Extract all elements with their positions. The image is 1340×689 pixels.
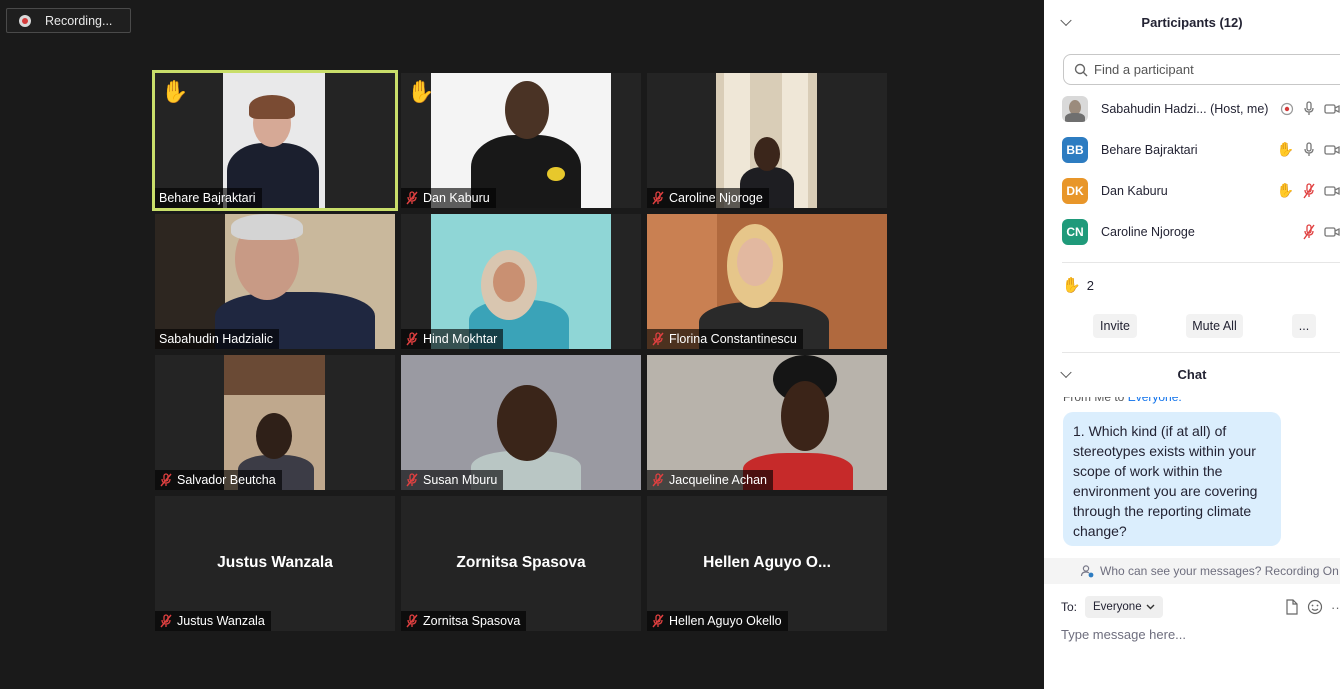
participant-name-tag: Caroline Njoroge bbox=[647, 188, 769, 208]
chevron-down-icon bbox=[1146, 604, 1155, 610]
chat-message-input[interactable]: Type message here... bbox=[1061, 627, 1186, 642]
mic-muted-icon bbox=[652, 191, 664, 205]
side-panel: Participants (12) Find a participant Sab… bbox=[1044, 0, 1340, 689]
mic-muted-icon bbox=[652, 332, 664, 346]
video-tile[interactable]: ✋ Behare Bajraktari bbox=[152, 70, 398, 211]
video-tile[interactable]: ✋ Dan Kaburu bbox=[401, 73, 641, 208]
recording-label: Recording... bbox=[45, 13, 113, 28]
video-tile[interactable]: Salvador Beutcha bbox=[155, 355, 395, 490]
search-placeholder: Find a participant bbox=[1094, 62, 1194, 77]
video-tile[interactable]: Justus Wanzala Justus Wanzala bbox=[155, 496, 395, 631]
file-icon[interactable] bbox=[1285, 599, 1299, 615]
avatar: BB bbox=[1062, 136, 1088, 163]
participant-row[interactable]: Sabahudin Hadzi... (Host, me) bbox=[1044, 88, 1340, 129]
video-camera-icon[interactable] bbox=[1324, 226, 1340, 238]
raised-hand-icon: ✋ bbox=[1276, 141, 1294, 157]
mic-icon[interactable] bbox=[1302, 141, 1316, 158]
mute-all-button[interactable]: Mute All bbox=[1186, 314, 1243, 338]
avatar: DK bbox=[1062, 177, 1088, 204]
chevron-down-icon[interactable] bbox=[1060, 14, 1072, 27]
participant-name-tag: Salvador Beutcha bbox=[155, 470, 282, 490]
participant-name-tag: Justus Wanzala bbox=[155, 611, 271, 631]
video-tile[interactable]: Zornitsa Spasova Zornitsa Spasova bbox=[401, 496, 641, 631]
video-tile[interactable]: Hind Mokhtar bbox=[401, 214, 641, 349]
to-label: To: bbox=[1061, 600, 1078, 614]
participant-name-tag: Susan Mburu bbox=[401, 470, 504, 490]
mic-muted-icon[interactable] bbox=[1302, 223, 1316, 240]
participant-name-tag: Sabahudin Hadzialic bbox=[155, 329, 279, 349]
emoji-icon[interactable] bbox=[1307, 599, 1323, 615]
participant-name-tag: Florina Constantinescu bbox=[647, 329, 803, 349]
video-tile[interactable]: Jacqueline Achan bbox=[647, 355, 887, 490]
chat-title: Chat bbox=[1177, 366, 1207, 382]
participants-header[interactable]: Participants (12) bbox=[1044, 0, 1340, 44]
participant-search-input[interactable]: Find a participant bbox=[1063, 54, 1340, 85]
raised-hand-icon: ✋ bbox=[1276, 182, 1294, 198]
participant-row[interactable]: DK Dan Kaburu ✋ bbox=[1044, 170, 1340, 211]
chat-privacy-notice[interactable]: Who can see your messages? Recording On bbox=[1044, 558, 1340, 584]
avatar: CN bbox=[1062, 218, 1088, 245]
mic-muted-icon bbox=[160, 473, 172, 487]
participant-name-tag: Jacqueline Achan bbox=[647, 470, 773, 490]
chat-recipient-row: To: Everyone ··· bbox=[1061, 596, 1340, 618]
participant-name-tag: Behare Bajraktari bbox=[155, 188, 262, 208]
participant-name-tag: Hind Mokhtar bbox=[401, 329, 504, 349]
participant-name-tag: Zornitsa Spasova bbox=[401, 611, 527, 631]
mic-muted-icon bbox=[652, 614, 664, 628]
record-icon bbox=[19, 14, 31, 27]
recording-status-icon bbox=[1280, 102, 1294, 115]
participant-row[interactable]: CN Caroline Njoroge bbox=[1044, 211, 1340, 252]
participants-title: Participants (12) bbox=[1141, 14, 1243, 30]
video-tile[interactable]: Sabahudin Hadzialic bbox=[155, 214, 395, 349]
recipient-dropdown[interactable]: Everyone bbox=[1085, 596, 1163, 618]
raised-hands-count: ✋ 2 bbox=[1062, 277, 1094, 294]
video-area: Recording... ✋ Behare Bajraktari ✋ Dan K… bbox=[0, 0, 1044, 689]
raised-hand-icon: ✋ bbox=[1062, 277, 1081, 294]
user-info-icon bbox=[1080, 565, 1094, 578]
video-camera-icon[interactable] bbox=[1324, 103, 1340, 115]
video-camera-icon[interactable] bbox=[1324, 144, 1340, 156]
mic-muted-icon bbox=[406, 614, 418, 628]
mic-muted-icon bbox=[652, 473, 664, 487]
video-tile[interactable]: Hellen Aguyo O... Hellen Aguyo Okello bbox=[647, 496, 887, 631]
chat-message: 1. Which kind (if at all) of stereotypes… bbox=[1063, 412, 1281, 546]
participant-display-name: Justus Wanzala bbox=[217, 554, 333, 571]
more-button[interactable]: ... bbox=[1292, 314, 1316, 338]
divider bbox=[1062, 262, 1340, 263]
participant-name-tag: Dan Kaburu bbox=[401, 188, 496, 208]
mic-muted-icon bbox=[406, 191, 418, 205]
video-grid: ✋ Behare Bajraktari ✋ Dan Kaburu Carolin… bbox=[152, 70, 887, 631]
video-camera-icon[interactable] bbox=[1324, 185, 1340, 197]
avatar bbox=[1062, 95, 1088, 122]
more-options-icon[interactable]: ··· bbox=[1331, 600, 1340, 615]
video-tile[interactable]: Susan Mburu bbox=[401, 355, 641, 490]
raised-hand-icon: ✋ bbox=[161, 79, 189, 104]
video-tile[interactable]: Florina Constantinescu bbox=[647, 214, 887, 349]
mic-muted-icon[interactable] bbox=[1302, 182, 1316, 199]
mic-muted-icon bbox=[406, 473, 418, 487]
video-tile[interactable]: Caroline Njoroge bbox=[647, 73, 887, 208]
participant-display-name: Hellen Aguyo O... bbox=[703, 554, 831, 571]
participant-row[interactable]: BB Behare Bajraktari ✋ bbox=[1044, 129, 1340, 170]
participant-name-tag: Hellen Aguyo Okello bbox=[647, 611, 788, 631]
invite-button[interactable]: Invite bbox=[1093, 314, 1137, 338]
participant-list: Sabahudin Hadzi... (Host, me) BB Behare … bbox=[1044, 88, 1340, 260]
search-icon bbox=[1074, 63, 1088, 76]
chevron-down-icon[interactable] bbox=[1060, 366, 1072, 379]
mic-muted-icon bbox=[160, 614, 172, 628]
participant-display-name: Zornitsa Spasova bbox=[456, 554, 586, 571]
mic-muted-icon bbox=[406, 332, 418, 346]
raised-hand-icon: ✋ bbox=[407, 79, 435, 104]
mic-icon[interactable] bbox=[1302, 100, 1316, 117]
chat-header[interactable]: Chat bbox=[1044, 352, 1340, 396]
recording-indicator[interactable]: Recording... bbox=[6, 8, 131, 33]
